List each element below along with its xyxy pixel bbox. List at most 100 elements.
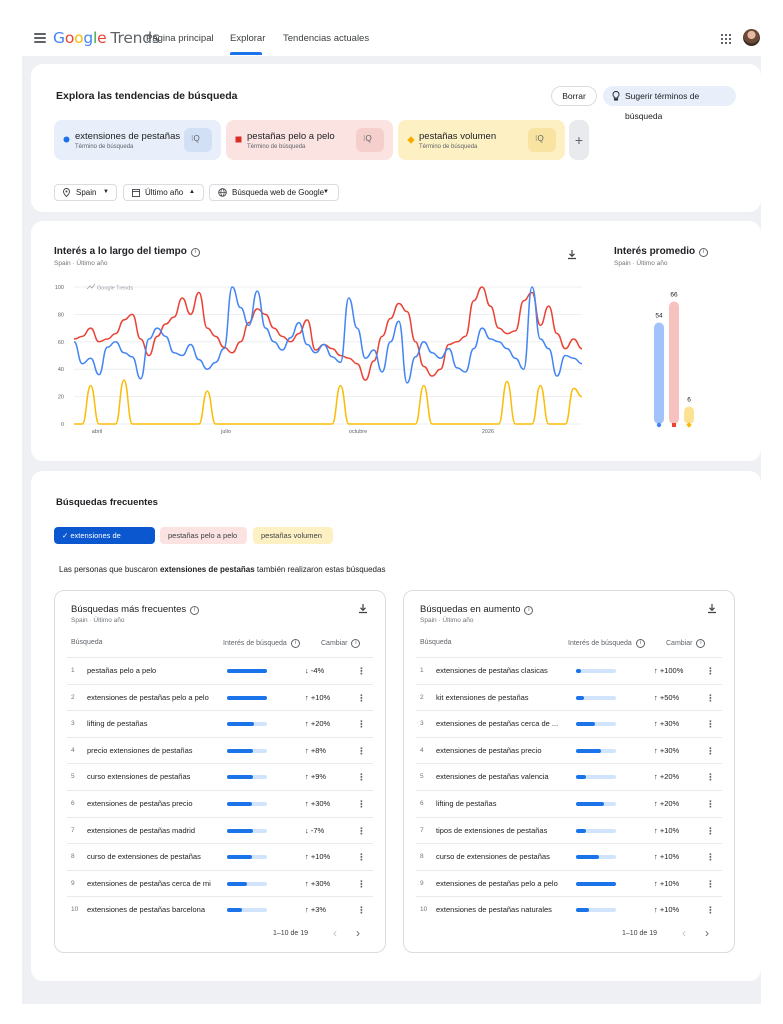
more-options-icon[interactable]: ⋮ [357,746,366,757]
more-options-icon[interactable]: ⋮ [357,826,366,837]
table-row[interactable]: 3 lifting de pestañas ↑ +20% ⋮ [67,710,373,737]
table-row[interactable]: 1 pestañas pelo a pelo ↓ -4% ⋮ [67,657,373,684]
info-icon[interactable]: i [290,639,300,648]
download-icon[interactable] [357,603,369,615]
more-options-icon[interactable]: ⋮ [357,719,366,730]
term-card-2[interactable]: pestañas pelo a pelo Término de búsqueda… [226,120,393,160]
info-icon[interactable]: i [524,606,534,615]
related-tab-3[interactable]: pestañas volumen [253,527,333,544]
query-link[interactable]: tipos de extensiones de pestañas [436,826,576,835]
table-row[interactable]: 5 extensiones de pestañas valencia ↑ +20% ⋮ [416,763,722,790]
region-filter[interactable]: Spain ▼ [54,184,117,201]
query-link[interactable]: extensiones de pestañas pelo a pelo [87,693,227,702]
query-link[interactable]: extensiones de pestañas cerca de ... [436,719,576,728]
compare-icon[interactable]: ⁝Q [356,128,384,152]
add-term-button[interactable]: + [569,120,589,160]
apps-grid-icon[interactable] [721,34,731,44]
query-link[interactable]: curso de extensiones de pestañas [87,852,227,861]
more-options-icon[interactable]: ⋮ [357,905,366,916]
table-row[interactable]: 10 extensiones de pestañas naturales ↑ +10… [416,896,722,923]
query-link[interactable]: extensiones de pestañas cerca de mi [87,879,227,888]
row-rank: 4 [71,746,75,754]
table-row[interactable]: 3 extensiones de pestañas cerca de ... ↑ +… [416,710,722,737]
more-options-icon[interactable]: ⋮ [706,746,715,757]
table-row[interactable]: 8 curso de extensiones de pestañas ↑ +10% ⋮ [67,843,373,870]
table-row[interactable]: 6 lifting de pestañas ↑ +20% ⋮ [416,790,722,817]
table-row[interactable]: 8 curso de extensiones de pestañas ↑ +10% ⋮ [416,843,722,870]
more-options-icon[interactable]: ⋮ [706,666,715,677]
table-row[interactable]: 9 extensiones de pestañas cerca de mi ↑ +3… [67,869,373,897]
table-row[interactable]: 7 tipos de extensiones de pestañas ↑ +10% ⋮ [416,816,722,844]
query-link[interactable]: extensiones de pestañas valencia [436,772,576,781]
table-row[interactable]: 6 extensiones de pestañas precio ↑ +30% ⋮ [67,790,373,817]
more-options-icon[interactable]: ⋮ [357,879,366,890]
google-trends-logo[interactable]: Google Trends [53,29,160,47]
average-interest-chart[interactable]: 54666 [640,280,710,435]
table-row[interactable]: 9 extensiones de pestañas pelo a pelo ↑ +1… [416,869,722,897]
more-options-icon[interactable]: ⋮ [706,719,715,730]
table-row[interactable]: 4 precio extensiones de pestañas ↑ +8% ⋮ [67,736,373,764]
related-tab-2[interactable]: pestañas pelo a pelo [160,527,247,544]
more-options-icon[interactable]: ⋮ [706,905,715,916]
prev-page-icon[interactable]: ‹ [682,926,686,940]
suggest-terms-button[interactable]: Sugerir términos de búsqueda [603,86,736,121]
menu-icon[interactable] [34,33,46,43]
info-icon[interactable]: i [696,639,706,648]
query-link[interactable]: kit extensiones de pestañas [436,693,576,702]
term-card-1[interactable]: extensiones de pestañas Término de búsqu… [54,120,221,160]
compare-icon[interactable]: ⁝Q [528,128,556,152]
query-link[interactable]: extensiones de pestañas madrid [87,826,227,835]
table-row[interactable]: 2 extensiones de pestañas pelo a pelo ↑ +1… [67,683,373,711]
query-link[interactable]: curso de extensiones de pestañas [436,852,576,861]
query-link[interactable]: lifting de pestañas [436,799,576,808]
table-row[interactable]: 10 extensiones de pestañas barcelona ↑ +3%… [67,896,373,923]
query-link[interactable]: extensiones de pestañas pelo a pelo [436,879,576,888]
query-link[interactable]: lifting de pestañas [87,719,227,728]
interest-line-chart[interactable]: 0 20 40 60 80 100 Google Trends abril julio octub… [54,280,586,440]
prev-page-icon[interactable]: ‹ [333,926,337,940]
more-options-icon[interactable]: ⋮ [706,852,715,863]
table-row[interactable]: 2 kit extensiones de pestañas ↑ +50% ⋮ [416,683,722,711]
term-card-3[interactable]: pestañas volumen Término de búsqueda ⁝Q [398,120,565,160]
nav-explore[interactable]: Explorar [230,33,265,44]
more-options-icon[interactable]: ⋮ [706,879,715,890]
avatar[interactable] [743,29,760,46]
nav-home[interactable]: Página principal [146,33,214,44]
info-icon[interactable]: i [190,248,200,257]
query-link[interactable]: extensiones de pestañas precio [87,799,227,808]
compare-icon[interactable]: ⁝Q [184,128,212,152]
more-options-icon[interactable]: ⋮ [357,772,366,783]
table-row[interactable]: 5 curso extensiones de pestañas ↑ +9% ⋮ [67,763,373,790]
info-icon[interactable]: i [699,248,709,257]
more-options-icon[interactable]: ⋮ [357,799,366,810]
info-icon[interactable]: i [190,606,200,615]
more-options-icon[interactable]: ⋮ [706,826,715,837]
query-link[interactable]: extensiones de pestañas barcelona [87,905,227,914]
more-options-icon[interactable]: ⋮ [706,772,715,783]
more-options-icon[interactable]: ⋮ [357,693,366,704]
query-link[interactable]: extensiones de pestañas precio [436,746,576,755]
related-tab-1[interactable]: ✓ extensiones de pesta... [54,527,155,557]
table-row[interactable]: 1 extensiones de pestañas clasicas ↑ +100%… [416,657,722,684]
next-page-icon[interactable]: › [356,926,360,940]
source-filter[interactable]: Búsqueda web de Google ▼ [209,184,339,201]
next-page-icon[interactable]: › [705,926,709,940]
period-filter[interactable]: Último año ▲ [123,184,204,201]
info-icon[interactable]: i [351,639,361,648]
table-row[interactable]: 4 extensiones de pestañas precio ↑ +30% ⋮ [416,736,722,764]
info-icon[interactable]: i [635,639,645,648]
query-link[interactable]: precio extensiones de pestañas [87,746,227,755]
download-icon[interactable] [706,603,718,615]
query-link[interactable]: extensiones de pestañas naturales [436,905,576,914]
clear-button[interactable]: Borrar [551,86,597,106]
query-link[interactable]: pestañas pelo a pelo [87,666,227,675]
more-options-icon[interactable]: ⋮ [706,799,715,810]
query-link[interactable]: extensiones de pestañas clasicas [436,666,576,675]
more-options-icon[interactable]: ⋮ [357,666,366,677]
more-options-icon[interactable]: ⋮ [357,852,366,863]
query-link[interactable]: curso extensiones de pestañas [87,772,227,781]
download-icon[interactable] [566,249,578,261]
more-options-icon[interactable]: ⋮ [706,693,715,704]
table-row[interactable]: 7 extensiones de pestañas madrid ↓ -7% ⋮ [67,816,373,844]
nav-trending-now[interactable]: Tendencias actuales [283,33,369,44]
